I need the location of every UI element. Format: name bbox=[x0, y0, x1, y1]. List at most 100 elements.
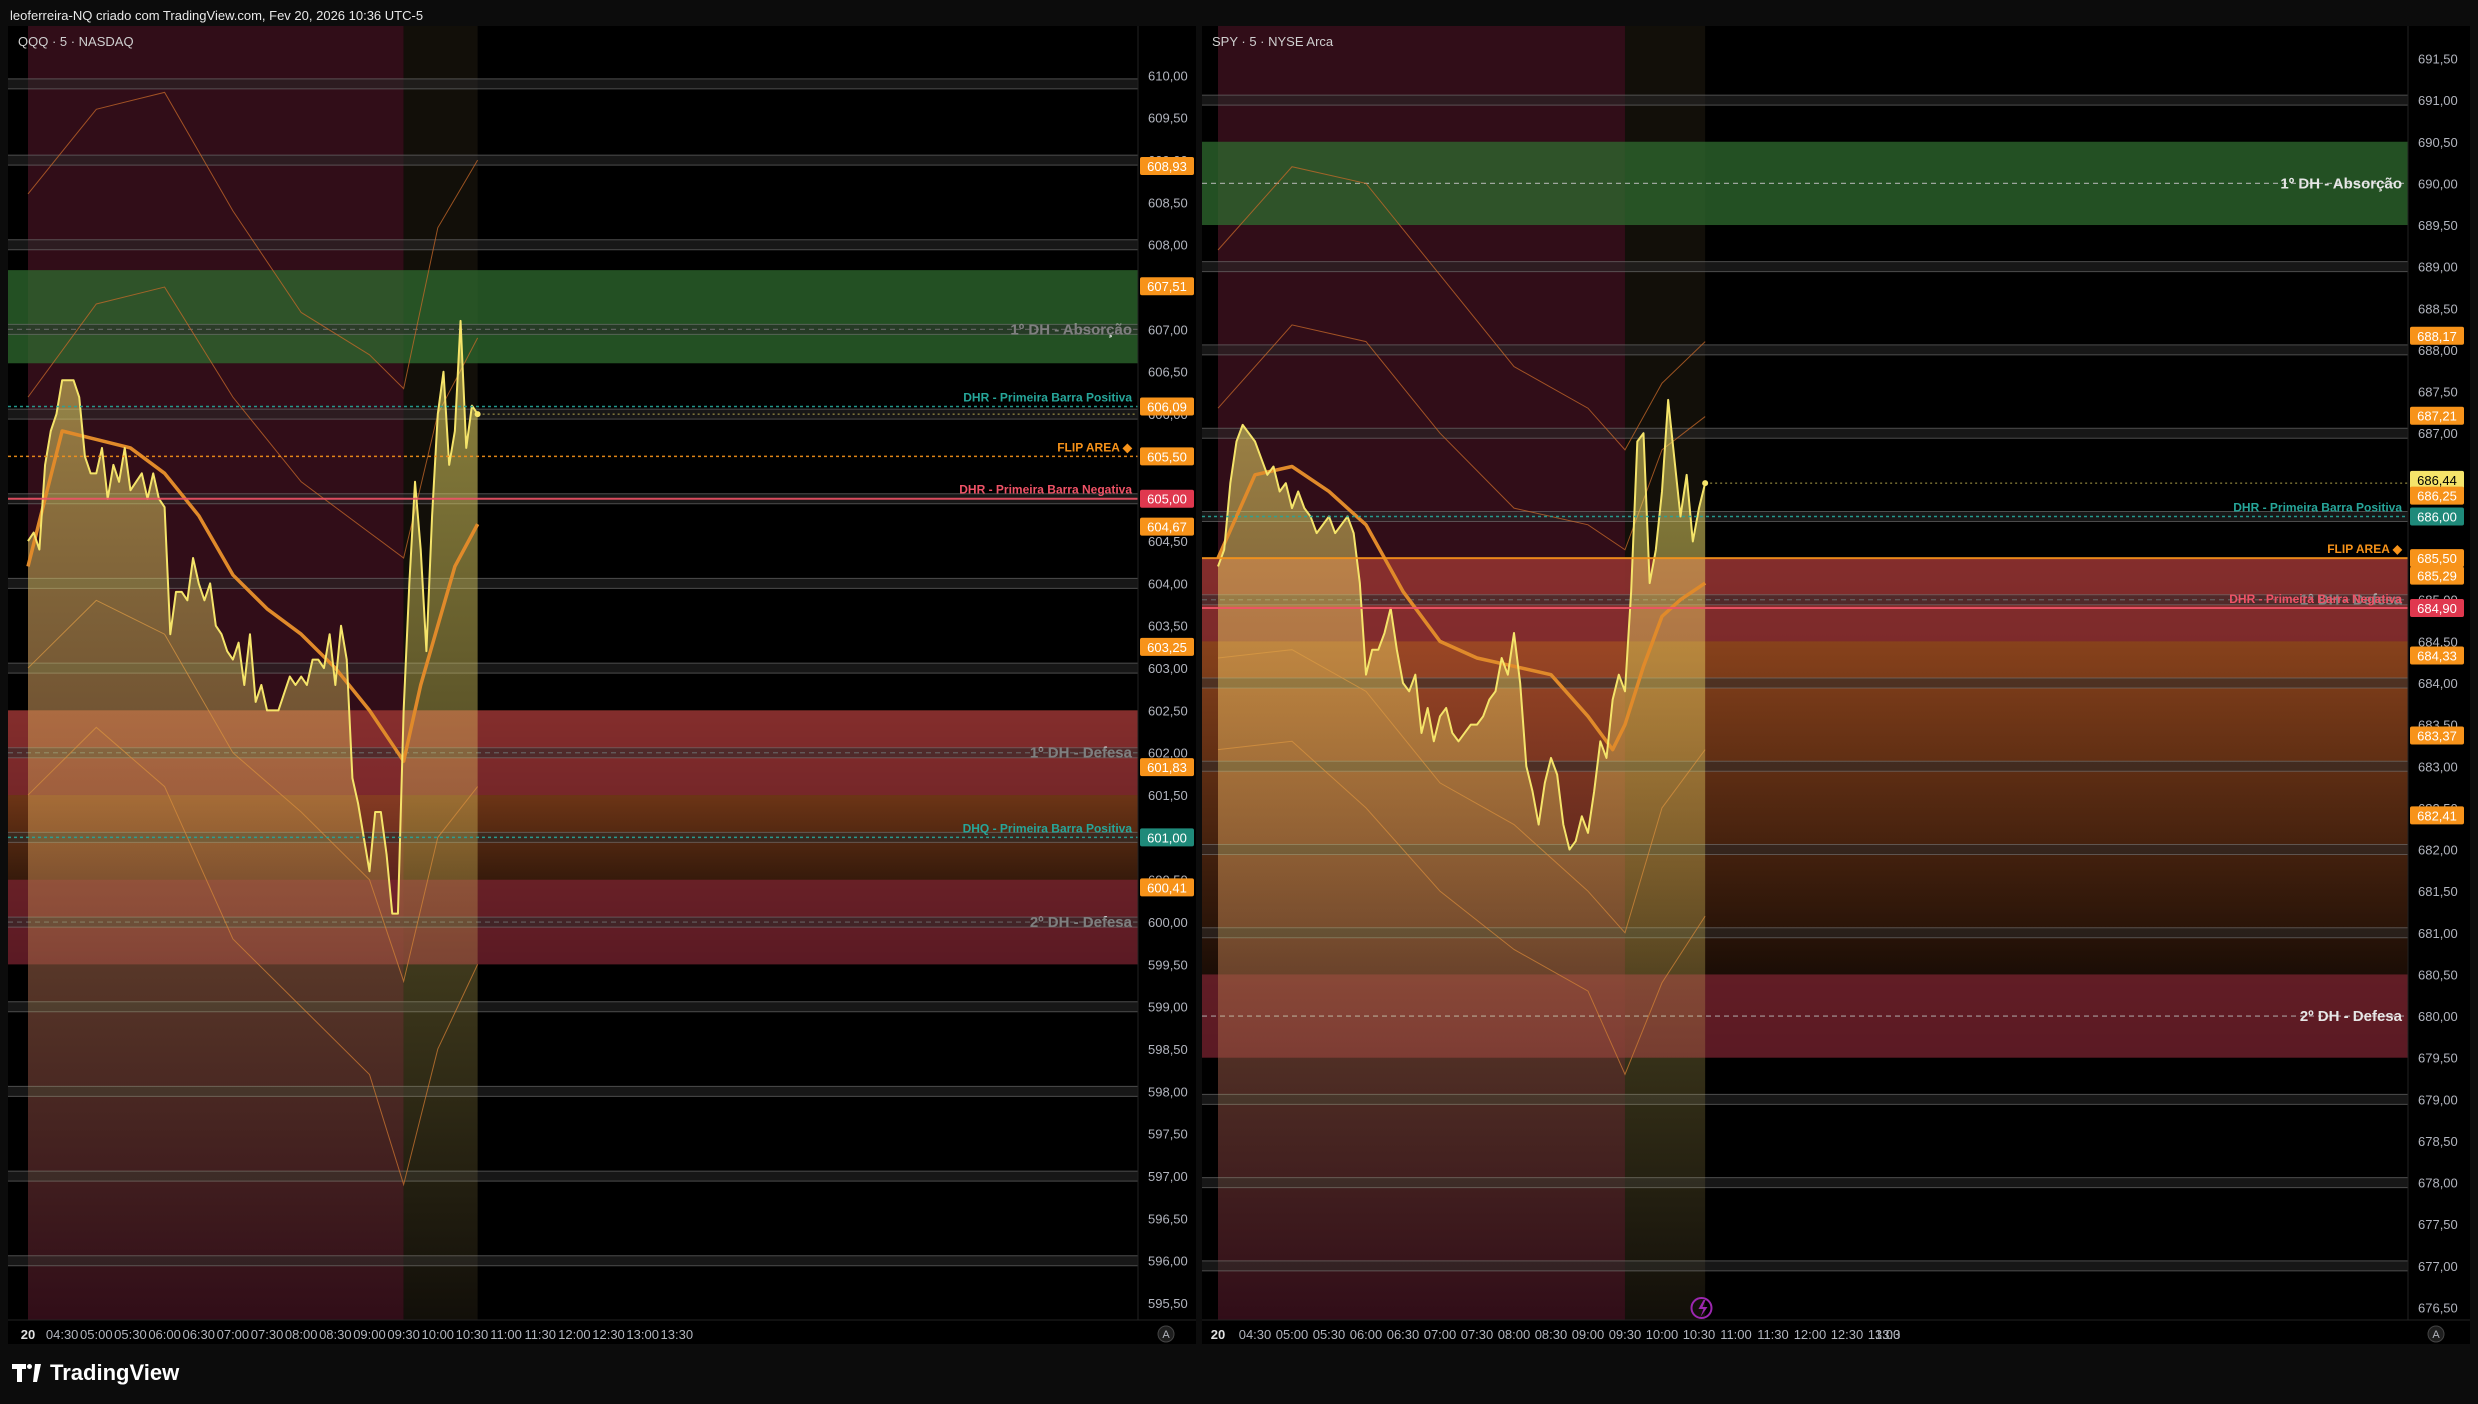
time-tick-label: 08:00 bbox=[1498, 1327, 1531, 1342]
auto-scale-label: A bbox=[2432, 1329, 2440, 1341]
price-tag-label: 601,83 bbox=[1147, 760, 1187, 775]
level-band bbox=[8, 239, 1138, 250]
price-tick-label: 678,00 bbox=[2418, 1176, 2458, 1191]
price-tick-label: 689,00 bbox=[2418, 260, 2458, 275]
price-tick-label: 608,00 bbox=[1148, 238, 1188, 253]
auto-scale-label: A bbox=[1162, 1329, 1170, 1341]
price-tag-label: 683,37 bbox=[2417, 728, 2457, 743]
price-tag-label: 601,00 bbox=[1147, 830, 1187, 845]
level-band bbox=[1202, 344, 2408, 355]
time-tick-label: 07:30 bbox=[251, 1327, 284, 1342]
qqq-chart-panel[interactable]: 1º DH - Absorção1º DH - Defesa2º DH - De… bbox=[8, 26, 1196, 1344]
level-line-label: FLIP AREA ◆ bbox=[1057, 440, 1133, 454]
price-tick-label: 681,50 bbox=[2418, 884, 2458, 899]
price-tag-label: 605,50 bbox=[1147, 449, 1187, 464]
spy-chart-panel[interactable]: 1º DH - Absorção1º DH - Defesa2º DH - De… bbox=[1202, 26, 2470, 1344]
price-tick-label: 680,00 bbox=[2418, 1009, 2458, 1024]
price-tick-label: 596,50 bbox=[1148, 1211, 1188, 1226]
time-tick-label: 08:00 bbox=[285, 1327, 318, 1342]
time-tick-label: 12:30 bbox=[1831, 1327, 1864, 1342]
time-tick-label: 12:30 bbox=[592, 1327, 625, 1342]
price-tick-label: 690,50 bbox=[2418, 135, 2458, 150]
price-tick-label: 595,50 bbox=[1148, 1296, 1188, 1311]
price-tick-label: 610,00 bbox=[1148, 68, 1188, 83]
time-tick-label: 12:00 bbox=[558, 1327, 591, 1342]
price-tick-label: 597,00 bbox=[1148, 1169, 1188, 1184]
time-tick-label: 11:30 bbox=[1757, 1327, 1789, 1342]
price-tick-label: 676,50 bbox=[2418, 1301, 2458, 1316]
price-tick-label: 687,00 bbox=[2418, 426, 2458, 441]
price-tick-label: 607,00 bbox=[1148, 322, 1188, 337]
level-band bbox=[1202, 95, 2408, 106]
price-tag-label: 684,33 bbox=[2417, 649, 2457, 664]
price-tick-label: 604,50 bbox=[1148, 534, 1188, 549]
symbol-label: SPY · 5 · NYSE Arca bbox=[1212, 34, 1334, 49]
level-line-label: DHR - Primeira Barra Positiva bbox=[2233, 500, 2402, 514]
time-tick-label: 13:30 bbox=[661, 1327, 694, 1342]
price-tag-label: 682,41 bbox=[2417, 808, 2457, 823]
time-tick-label: 06:30 bbox=[182, 1327, 215, 1342]
price-tick-label: 597,50 bbox=[1148, 1127, 1188, 1142]
price-tick-label: 600,00 bbox=[1148, 915, 1188, 930]
price-tick-label: 602,50 bbox=[1148, 703, 1188, 718]
level-line-label: DHQ - Primeira Barra Positiva bbox=[963, 821, 1133, 835]
time-tick-label: 09:00 bbox=[353, 1327, 386, 1342]
level-line-label: DHR - Primeira Barra Positiva bbox=[963, 390, 1132, 404]
level-line-label: FLIP AREA ◆ bbox=[2327, 542, 2403, 556]
time-tick-label: 10:30 bbox=[456, 1327, 489, 1342]
price-tag-label: 684,90 bbox=[2417, 601, 2457, 616]
price-tag-label: 607,51 bbox=[1147, 279, 1187, 294]
price-tick-label: 681,00 bbox=[2418, 926, 2458, 941]
qqq-chart-svg[interactable]: 1º DH - Absorção1º DH - Defesa2º DH - De… bbox=[8, 26, 1196, 1344]
price-tick-label: 691,00 bbox=[2418, 93, 2458, 108]
time-tick-label: 09:00 bbox=[1572, 1327, 1605, 1342]
time-tick-label: 13:00 bbox=[626, 1327, 659, 1342]
price-tag-label: 686,44 bbox=[2417, 473, 2457, 488]
price-tick-label: 682,00 bbox=[2418, 843, 2458, 858]
price-tick-label: 688,50 bbox=[2418, 301, 2458, 316]
price-tag-label: 603,25 bbox=[1147, 640, 1187, 655]
time-tick-label: 07:30 bbox=[1461, 1327, 1494, 1342]
price-axis-bg bbox=[1138, 26, 1196, 1344]
price-tag-label: 686,00 bbox=[2417, 509, 2457, 524]
price-tag-label: 606,09 bbox=[1147, 399, 1187, 414]
time-tick-label: 05:00 bbox=[80, 1327, 113, 1342]
price-tick-label: 689,50 bbox=[2418, 218, 2458, 233]
price-tag-label: 687,21 bbox=[2417, 409, 2457, 424]
time-tick-label: 13:3 bbox=[1875, 1327, 1900, 1342]
price-tag-label: 686,25 bbox=[2417, 489, 2457, 504]
time-tick-label: 11:00 bbox=[1720, 1327, 1752, 1342]
price-tick-label: 608,50 bbox=[1148, 195, 1188, 210]
price-tick-label: 599,50 bbox=[1148, 957, 1188, 972]
time-tick-label: 05:00 bbox=[1276, 1327, 1309, 1342]
time-tick-label: 11:00 bbox=[490, 1327, 522, 1342]
price-tick-label: 598,50 bbox=[1148, 1042, 1188, 1057]
price-tick-label: 677,00 bbox=[2418, 1259, 2458, 1274]
price-tick-label: 609,50 bbox=[1148, 111, 1188, 126]
spy-chart-svg[interactable]: 1º DH - Absorção1º DH - Defesa2º DH - De… bbox=[1202, 26, 2470, 1344]
time-tick-label: 05:30 bbox=[1313, 1327, 1346, 1342]
zone-label: 2º DH - Defesa bbox=[2300, 1008, 2403, 1025]
tradingview-logo[interactable]: TradingView bbox=[12, 1360, 179, 1386]
level-band bbox=[8, 578, 1138, 589]
price-tick-label: 687,50 bbox=[2418, 385, 2458, 400]
price-tag-label: 600,41 bbox=[1147, 880, 1187, 895]
chart-caption: leoferreira-NQ criado com TradingView.co… bbox=[10, 8, 424, 23]
price-tick-label: 680,50 bbox=[2418, 967, 2458, 982]
brand-name: TradingView bbox=[50, 1360, 180, 1385]
price-tag-label: 685,29 bbox=[2417, 569, 2457, 584]
price-tick-label: 599,00 bbox=[1148, 1000, 1188, 1015]
level-band bbox=[1202, 428, 2408, 439]
time-tick-label: 10:00 bbox=[422, 1327, 455, 1342]
price-tag-label: 608,93 bbox=[1147, 159, 1187, 174]
time-tick-label: 12:00 bbox=[1794, 1327, 1827, 1342]
time-tick-label: 04:30 bbox=[1239, 1327, 1272, 1342]
price-tick-label: 596,00 bbox=[1148, 1254, 1188, 1269]
level-line-label: DHR - Primeira Barra Negativa bbox=[959, 483, 1132, 497]
tradingview-mark-icon bbox=[12, 1364, 42, 1382]
price-tick-label: 604,00 bbox=[1148, 576, 1188, 591]
time-tick-label: 06:00 bbox=[148, 1327, 181, 1342]
zone-rect bbox=[8, 270, 1138, 364]
time-tick-label: 09:30 bbox=[387, 1327, 420, 1342]
level-band bbox=[8, 324, 1138, 335]
